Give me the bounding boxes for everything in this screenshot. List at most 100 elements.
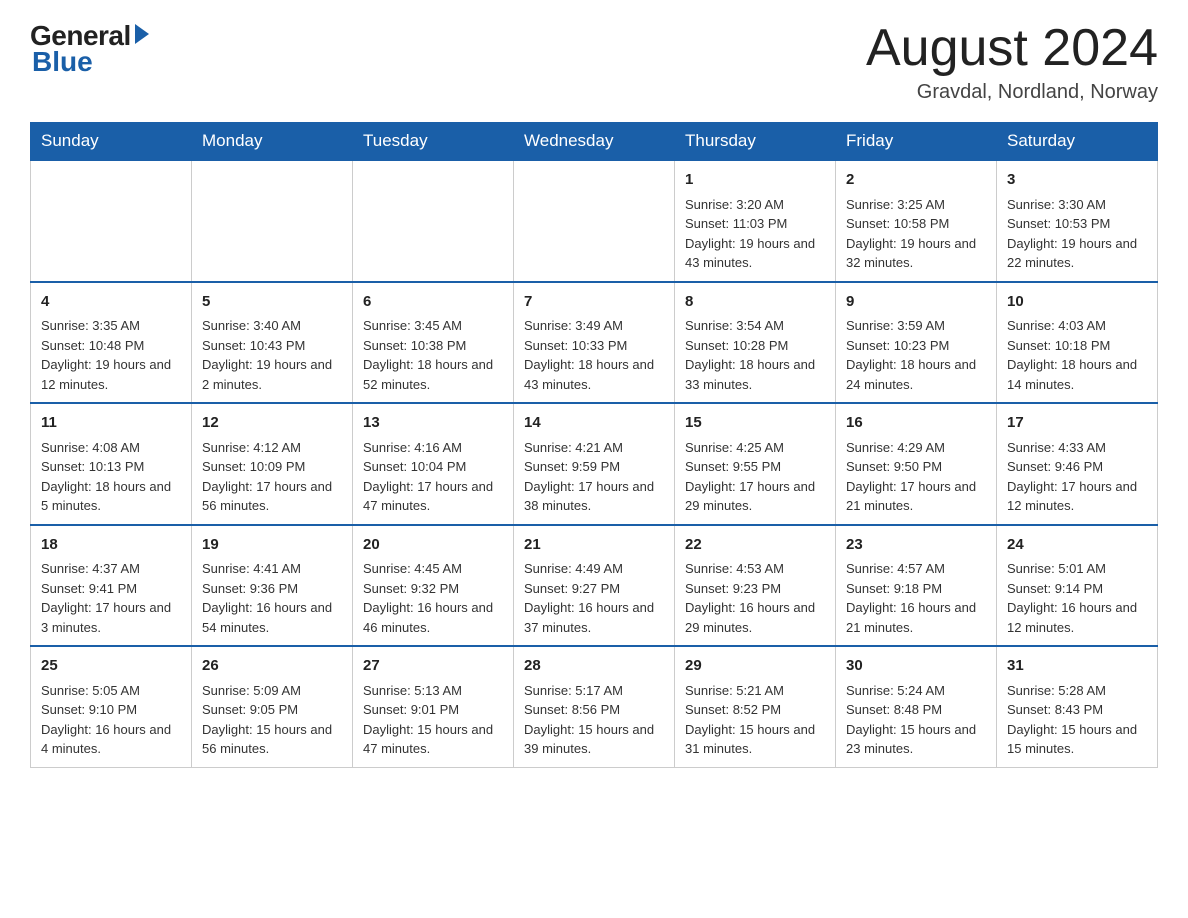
day-number: 11: [41, 412, 181, 435]
cell-sun-info: Sunrise: 4:08 AMSunset: 10:13 PMDaylight…: [41, 438, 181, 516]
cell-sun-info: Sunrise: 4:25 AMSunset: 9:55 PMDaylight:…: [685, 438, 825, 516]
calendar-week-3: 11 Sunrise: 4:08 AMSunset: 10:13 PMDaylig…: [31, 403, 1158, 525]
day-number: 26: [202, 655, 342, 678]
cell-sun-info: Sunrise: 5:21 AMSunset: 8:52 PMDaylight:…: [685, 681, 825, 759]
day-number: 8: [685, 291, 825, 314]
calendar-cell-week2-day1: 5Sunrise: 3:40 AMSunset: 10:43 PMDayligh…: [192, 282, 353, 404]
calendar-cell-week3-day3: 14 Sunrise: 4:21 AMSunset: 9:59 PMDayligh…: [514, 403, 675, 525]
calendar-cell-week1-day6: 3 Sunrise: 3:30 AMSunset: 10:53 PMDayligh…: [997, 160, 1158, 282]
calendar-cell-week3-day1: 12Sunrise: 4:12 AMSunset: 10:09 PMDaylig…: [192, 403, 353, 525]
day-number: 21: [524, 534, 664, 557]
cell-sun-info: Sunrise: 3:30 AMSunset: 10:53 PMDaylight…: [1007, 195, 1147, 273]
weekday-header-sunday: Sunday: [31, 123, 192, 161]
calendar-cell-week4-day1: 19Sunrise: 4:41 AMSunset: 9:36 PMDayligh…: [192, 525, 353, 647]
day-number: 13: [363, 412, 503, 435]
cell-sun-info: Sunrise: 4:49 AMSunset: 9:27 PMDaylight:…: [524, 559, 664, 637]
calendar-cell-week1-day0: [31, 160, 192, 282]
day-number: 20: [363, 534, 503, 557]
month-title: August 2024: [866, 20, 1158, 77]
day-number: 30: [846, 655, 986, 678]
day-number: 14: [524, 412, 664, 435]
day-number: 24: [1007, 534, 1147, 557]
calendar-cell-week3-day5: 16 Sunrise: 4:29 AMSunset: 9:50 PMDayligh…: [836, 403, 997, 525]
calendar-cell-week4-day5: 23Sunrise: 4:57 AMSunset: 9:18 PMDayligh…: [836, 525, 997, 647]
cell-sun-info: Sunrise: 4:57 AMSunset: 9:18 PMDaylight:…: [846, 559, 986, 637]
calendar-cell-week4-day0: 18Sunrise: 4:37 AMSunset: 9:41 PMDayligh…: [31, 525, 192, 647]
cell-sun-info: Sunrise: 3:45 AMSunset: 10:38 PMDaylight…: [363, 316, 503, 394]
calendar-cell-week2-day2: 6Sunrise: 3:45 AMSunset: 10:38 PMDayligh…: [353, 282, 514, 404]
cell-sun-info: Sunrise: 5:05 AMSunset: 9:10 PMDaylight:…: [41, 681, 181, 759]
weekday-header-wednesday: Wednesday: [514, 123, 675, 161]
cell-sun-info: Sunrise: 5:01 AMSunset: 9:14 PMDaylight:…: [1007, 559, 1147, 637]
cell-sun-info: Sunrise: 3:59 AMSunset: 10:23 PMDaylight…: [846, 316, 986, 394]
calendar-body: 1 Sunrise: 3:20 AMSunset: 11:03 PMDayligh…: [31, 160, 1158, 767]
cell-sun-info: Sunrise: 5:24 AMSunset: 8:48 PMDaylight:…: [846, 681, 986, 759]
day-number: 25: [41, 655, 181, 678]
calendar-cell-week3-day4: 15 Sunrise: 4:25 AMSunset: 9:55 PMDayligh…: [675, 403, 836, 525]
weekday-header-tuesday: Tuesday: [353, 123, 514, 161]
calendar-cell-week3-day2: 13 Sunrise: 4:16 AMSunset: 10:04 PMDaylig…: [353, 403, 514, 525]
calendar-cell-week5-day1: 26 Sunrise: 5:09 AMSunset: 9:05 PMDayligh…: [192, 646, 353, 767]
calendar-cell-week5-day2: 27 Sunrise: 5:13 AMSunset: 9:01 PMDayligh…: [353, 646, 514, 767]
calendar-week-5: 25 Sunrise: 5:05 AMSunset: 9:10 PMDayligh…: [31, 646, 1158, 767]
day-number: 5: [202, 291, 342, 314]
cell-sun-info: Sunrise: 4:53 AMSunset: 9:23 PMDaylight:…: [685, 559, 825, 637]
calendar-cell-week2-day3: 7Sunrise: 3:49 AMSunset: 10:33 PMDayligh…: [514, 282, 675, 404]
calendar-cell-week1-day2: [353, 160, 514, 282]
day-number: 3: [1007, 169, 1147, 192]
calendar-cell-week1-day4: 1 Sunrise: 3:20 AMSunset: 11:03 PMDayligh…: [675, 160, 836, 282]
day-number: 27: [363, 655, 503, 678]
cell-sun-info: Sunrise: 4:16 AMSunset: 10:04 PMDaylight…: [363, 438, 503, 516]
day-number: 12: [202, 412, 342, 435]
cell-sun-info: Sunrise: 5:28 AMSunset: 8:43 PMDaylight:…: [1007, 681, 1147, 759]
calendar-cell-week5-day3: 28 Sunrise: 5:17 AMSunset: 8:56 PMDayligh…: [514, 646, 675, 767]
day-number: 28: [524, 655, 664, 678]
calendar-week-2: 4Sunrise: 3:35 AMSunset: 10:48 PMDayligh…: [31, 282, 1158, 404]
day-number: 31: [1007, 655, 1147, 678]
weekday-header-saturday: Saturday: [997, 123, 1158, 161]
calendar-cell-week1-day5: 2 Sunrise: 3:25 AMSunset: 10:58 PMDayligh…: [836, 160, 997, 282]
cell-sun-info: Sunrise: 4:21 AMSunset: 9:59 PMDaylight:…: [524, 438, 664, 516]
day-number: 4: [41, 291, 181, 314]
cell-sun-info: Sunrise: 5:17 AMSunset: 8:56 PMDaylight:…: [524, 681, 664, 759]
calendar-cell-week1-day1: [192, 160, 353, 282]
cell-sun-info: Sunrise: 5:13 AMSunset: 9:01 PMDaylight:…: [363, 681, 503, 759]
cell-sun-info: Sunrise: 3:20 AMSunset: 11:03 PMDaylight…: [685, 195, 825, 273]
cell-sun-info: Sunrise: 4:37 AMSunset: 9:41 PMDaylight:…: [41, 559, 181, 637]
cell-sun-info: Sunrise: 4:29 AMSunset: 9:50 PMDaylight:…: [846, 438, 986, 516]
cell-sun-info: Sunrise: 3:25 AMSunset: 10:58 PMDaylight…: [846, 195, 986, 273]
day-number: 15: [685, 412, 825, 435]
calendar-cell-week5-day4: 29Sunrise: 5:21 AMSunset: 8:52 PMDayligh…: [675, 646, 836, 767]
day-number: 6: [363, 291, 503, 314]
weekday-header-friday: Friday: [836, 123, 997, 161]
day-number: 17: [1007, 412, 1147, 435]
day-number: 22: [685, 534, 825, 557]
weekday-header-thursday: Thursday: [675, 123, 836, 161]
calendar-cell-week5-day0: 25 Sunrise: 5:05 AMSunset: 9:10 PMDayligh…: [31, 646, 192, 767]
calendar-header: SundayMondayTuesdayWednesdayThursdayFrid…: [31, 123, 1158, 161]
calendar-week-4: 18Sunrise: 4:37 AMSunset: 9:41 PMDayligh…: [31, 525, 1158, 647]
logo: General Blue: [30, 20, 149, 78]
cell-sun-info: Sunrise: 3:35 AMSunset: 10:48 PMDaylight…: [41, 316, 181, 394]
calendar-table: SundayMondayTuesdayWednesdayThursdayFrid…: [30, 122, 1158, 768]
cell-sun-info: Sunrise: 4:41 AMSunset: 9:36 PMDaylight:…: [202, 559, 342, 637]
day-number: 23: [846, 534, 986, 557]
day-number: 9: [846, 291, 986, 314]
calendar-cell-week3-day6: 17 Sunrise: 4:33 AMSunset: 9:46 PMDayligh…: [997, 403, 1158, 525]
title-area: August 2024 Gravdal, Nordland, Norway: [866, 20, 1158, 104]
cell-sun-info: Sunrise: 5:09 AMSunset: 9:05 PMDaylight:…: [202, 681, 342, 759]
calendar-cell-week3-day0: 11 Sunrise: 4:08 AMSunset: 10:13 PMDaylig…: [31, 403, 192, 525]
weekday-header-monday: Monday: [192, 123, 353, 161]
day-number: 1: [685, 169, 825, 192]
calendar-cell-week4-day6: 24Sunrise: 5:01 AMSunset: 9:14 PMDayligh…: [997, 525, 1158, 647]
day-number: 2: [846, 169, 986, 192]
day-number: 16: [846, 412, 986, 435]
calendar-cell-week5-day5: 30 Sunrise: 5:24 AMSunset: 8:48 PMDayligh…: [836, 646, 997, 767]
weekday-header-row: SundayMondayTuesdayWednesdayThursdayFrid…: [31, 123, 1158, 161]
calendar-cell-week1-day3: [514, 160, 675, 282]
cell-sun-info: Sunrise: 4:33 AMSunset: 9:46 PMDaylight:…: [1007, 438, 1147, 516]
logo-blue-text: Blue: [32, 46, 93, 78]
day-number: 7: [524, 291, 664, 314]
day-number: 18: [41, 534, 181, 557]
cell-sun-info: Sunrise: 3:40 AMSunset: 10:43 PMDaylight…: [202, 316, 342, 394]
